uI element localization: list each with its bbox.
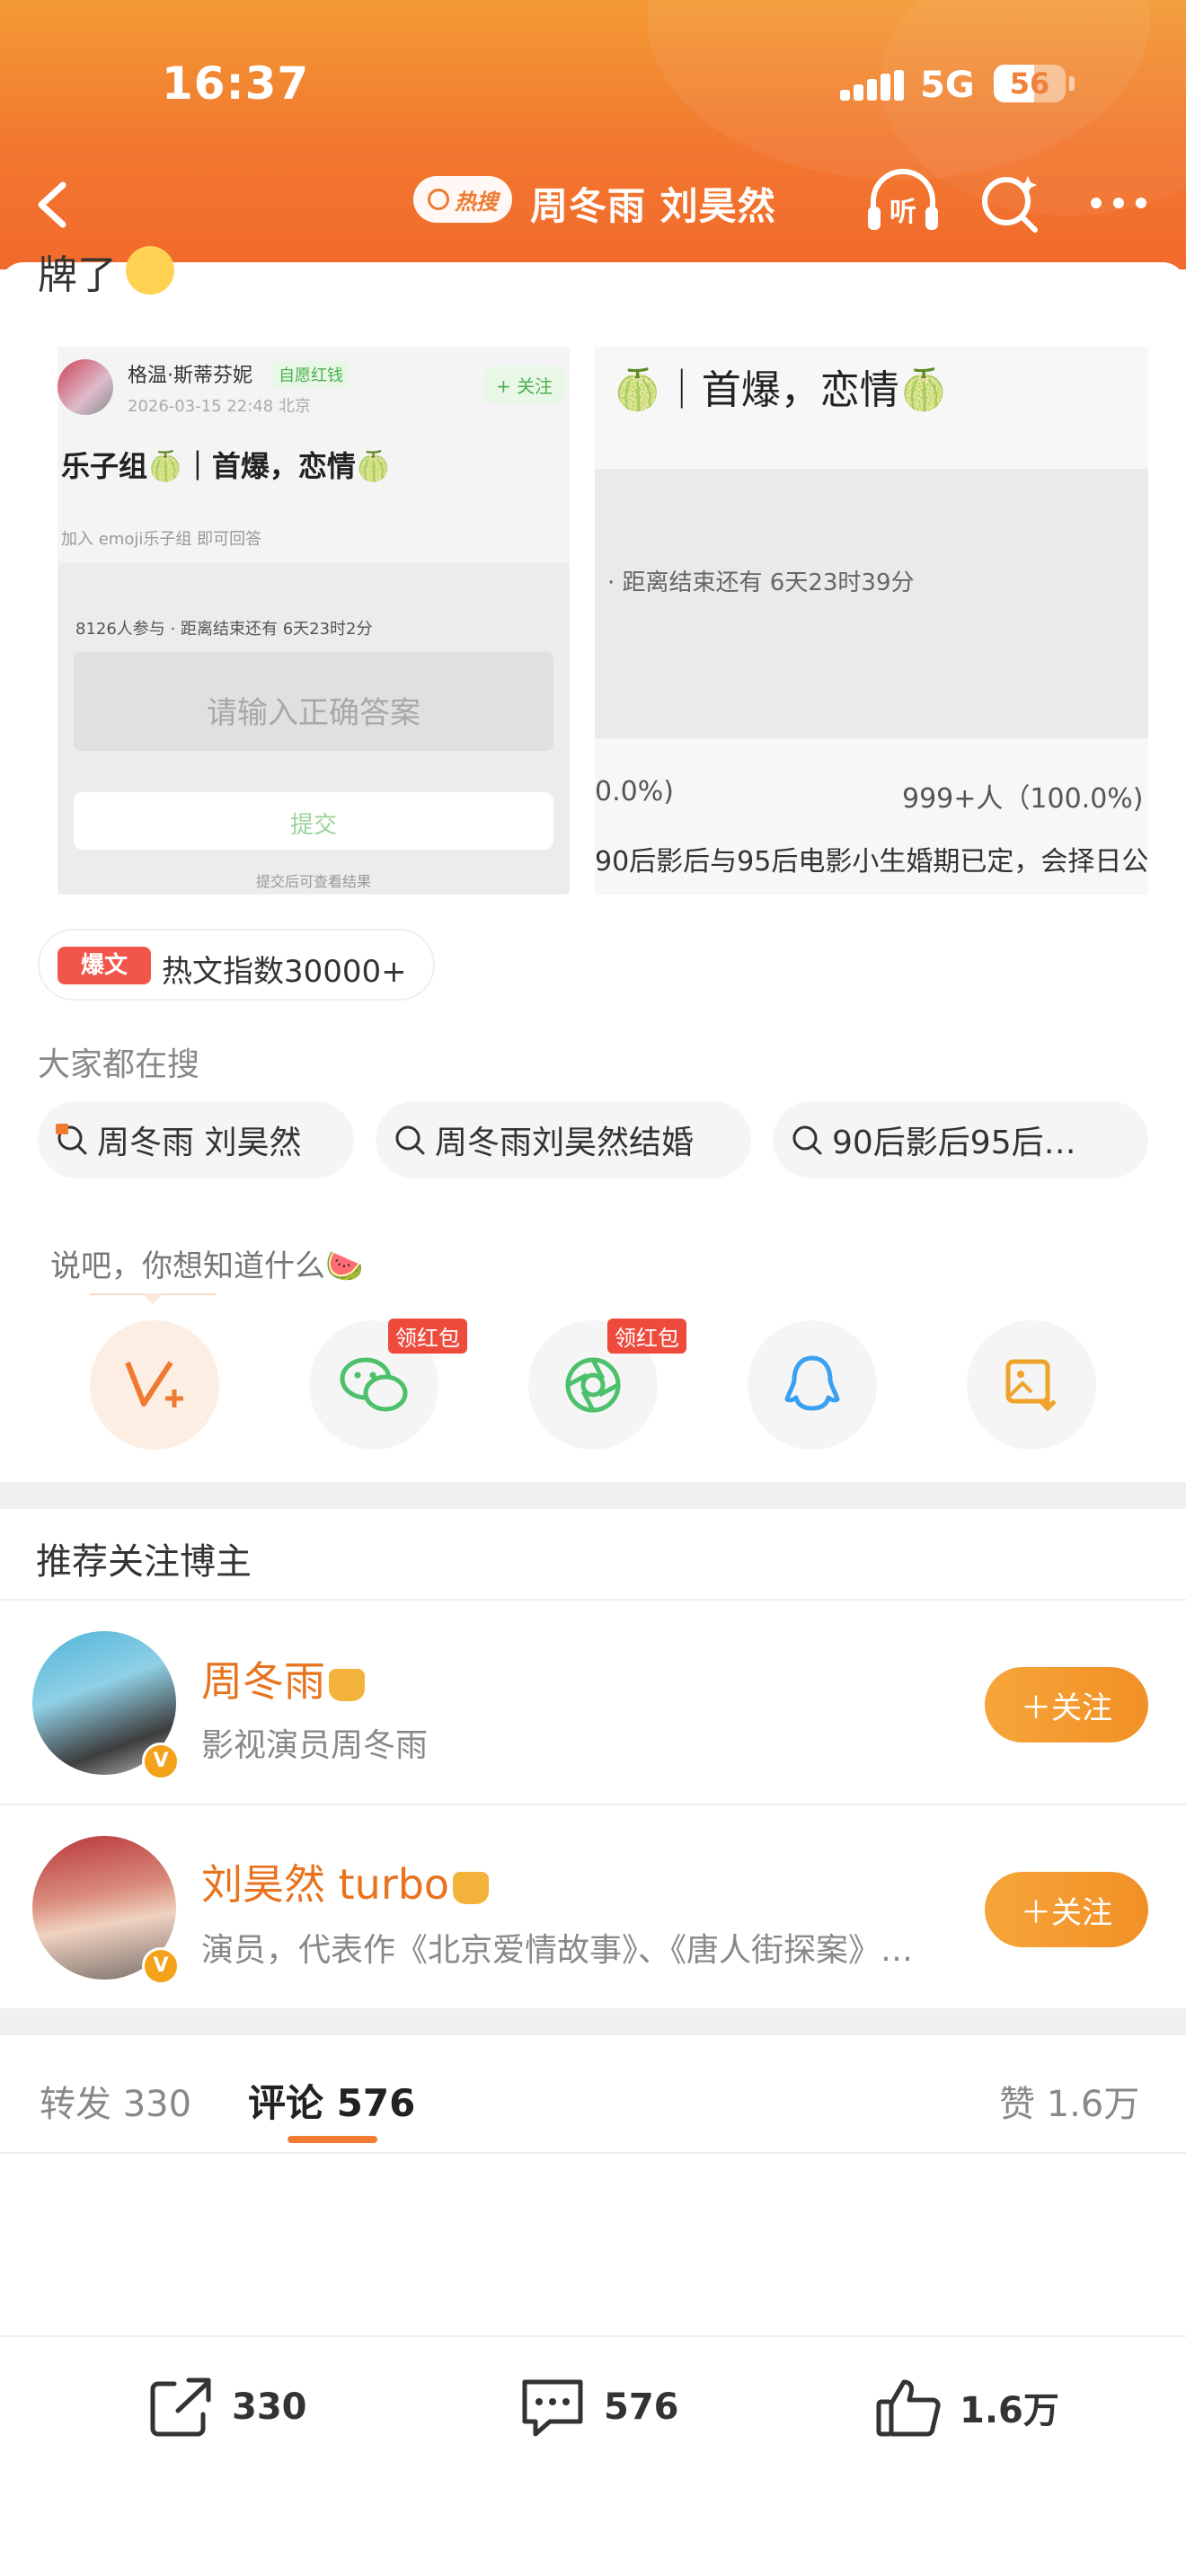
embedded-author: 格温·斯蒂芬妮 <box>128 365 252 387</box>
embedded-participants: 8126人参与 · 距离结束还有 6天23时2分 <box>75 620 373 639</box>
section-divider <box>0 2008 1186 2035</box>
search-chip[interactable]: 周冬雨 刘昊然 <box>38 1101 354 1178</box>
embedded-author-tag: 自愿红钱 <box>273 361 349 388</box>
embedded-time: 2026-03-15 22:48 北京 <box>128 397 311 416</box>
qq-icon <box>784 1355 840 1411</box>
red-packet-badge: 领红包 <box>607 1319 686 1354</box>
embedded-title: 乐子组🍈｜首爆，恋情🍈 <box>61 449 392 483</box>
battery-tip <box>1069 76 1075 91</box>
embedded-caption: 90后影后与95后电影小生婚期已定，会择日公 <box>595 846 1148 878</box>
avatar <box>58 359 113 415</box>
save-image-icon <box>1005 1359 1057 1412</box>
follow-button[interactable]: ＋关注 <box>985 1872 1148 1947</box>
recommend-title: 推荐关注博主 <box>36 1541 252 1583</box>
signal-icon <box>840 70 904 101</box>
red-packet-badge: 领红包 <box>388 1319 467 1354</box>
post-text: 牌了 <box>38 252 117 298</box>
battery-level: 56 <box>1009 66 1050 101</box>
more-icon[interactable] <box>1087 185 1150 221</box>
embedded-follow: + 关注 <box>485 366 564 403</box>
network-type: 5G <box>920 65 975 106</box>
repost-count: 330 <box>232 2386 307 2428</box>
divider <box>0 1599 1186 1601</box>
divider <box>0 1804 1186 1805</box>
search-icon <box>792 1125 822 1155</box>
surprised-emoji-icon <box>126 246 174 295</box>
blogger-desc: 演员，代表作《北京爱情故事》、《唐人街探案》… <box>201 1932 914 1969</box>
status-time: 16:37 <box>162 57 310 110</box>
follow-button[interactable]: ＋关注 <box>985 1667 1148 1742</box>
embedded-title: 🍈｜首爆，恋情🍈 <box>613 367 949 413</box>
divider <box>0 2152 1186 2154</box>
weibo-v-plus-button[interactable] <box>90 1320 219 1450</box>
blogger-name: 周冬雨 <box>201 1657 325 1706</box>
repost-button[interactable]: 330 <box>147 2375 307 2439</box>
divider <box>0 2335 1186 2337</box>
qq-share-button[interactable] <box>748 1320 877 1450</box>
hot-search-label: 热搜 <box>455 189 498 215</box>
hot-article-tag: 爆文 <box>58 947 151 984</box>
verified-badge-icon: V <box>142 1947 180 1985</box>
tab-comment[interactable]: 评论 576 <box>248 2073 415 2128</box>
page-title: 周冬雨 刘昊然 <box>530 184 776 228</box>
post-image-right[interactable]: 🍈｜首爆，恋情🍈 · 距离结束还有 6天23时39分 0.0%) 999+人（1… <box>595 347 1148 895</box>
prompt-pointer <box>142 1293 164 1304</box>
embedded-quiz-band <box>595 469 1148 738</box>
embedded-countdown: · 距离结束还有 6天23时39分 <box>607 569 915 596</box>
search-icon <box>395 1125 425 1155</box>
like-count: 1.6万 <box>960 2390 1059 2431</box>
blogger-row[interactable]: 周冬雨 <box>201 1649 365 1708</box>
search-icon <box>428 189 449 210</box>
embedded-note: 提交后可查看结果 <box>255 873 371 890</box>
search-chip-label: 周冬雨刘昊然结婚 <box>435 1125 695 1161</box>
comment-button[interactable]: 576 <box>518 2375 679 2439</box>
search-section-title: 大家都在搜 <box>38 1046 200 1083</box>
listen-icon[interactable]: 听 <box>863 165 943 237</box>
blogger-row[interactable]: 刘昊然 turbo <box>201 1852 490 1911</box>
embedded-join-hint: 加入 emoji乐子组 即可回答 <box>61 530 262 549</box>
search-chip-label: 90后影后95后… <box>832 1125 1076 1161</box>
hot-search-badge[interactable]: 热搜 <box>413 176 512 223</box>
blogger-desc: 影视演员周冬雨 <box>201 1727 429 1764</box>
search-chip[interactable]: 周冬雨刘昊然结婚 <box>376 1101 751 1178</box>
crown-icon <box>453 1871 490 1904</box>
active-tab-indicator <box>288 2136 377 2143</box>
thumbs-up-icon <box>876 2379 941 2437</box>
search-chip[interactable]: 90后影后95后… <box>773 1101 1148 1178</box>
embedded-percent-right: 999+人（100.0%) <box>902 783 1144 815</box>
tab-repost[interactable]: 转发 330 <box>40 2075 191 2127</box>
tab-like[interactable]: 赞 1.6万 <box>999 2075 1139 2127</box>
section-divider <box>0 1482 1186 1509</box>
wechat-icon <box>340 1357 408 1412</box>
moments-icon <box>565 1357 621 1413</box>
blogger-name: 刘昊然 turbo <box>201 1860 450 1909</box>
comment-icon <box>522 2379 583 2437</box>
battery-icon: 56 <box>994 65 1066 102</box>
hot-search-icon <box>56 1124 87 1155</box>
embedded-percent-left: 0.0%) <box>595 776 674 807</box>
share-icon <box>150 2378 211 2437</box>
hot-index-pill[interactable]: 爆文 热文指数30000+ <box>38 929 435 1001</box>
share-prompt: 说吧，你想知道什么🍉 <box>50 1248 364 1284</box>
save-image-button[interactable] <box>967 1320 1096 1450</box>
weibo-v-plus-icon <box>125 1361 183 1407</box>
crown-icon <box>329 1668 365 1701</box>
comment-count: 576 <box>604 2386 679 2428</box>
like-button[interactable]: 1.6万 <box>873 2375 1059 2439</box>
post-image-left[interactable]: 格温·斯蒂芬妮 自愿红钱 2026-03-15 22:48 北京 + 关注 乐子… <box>58 347 570 895</box>
verified-badge-icon: V <box>142 1742 180 1780</box>
svg-text:听: 听 <box>890 197 916 228</box>
search-chip-label: 周冬雨 刘昊然 <box>97 1125 302 1161</box>
hot-index-text: 热文指数30000+ <box>162 954 407 990</box>
embedded-answer-placeholder: 请输入正确答案 <box>207 695 420 731</box>
search-icon[interactable] <box>978 171 1042 235</box>
back-icon[interactable] <box>25 172 79 237</box>
embedded-submit-label: 提交 <box>289 812 337 839</box>
